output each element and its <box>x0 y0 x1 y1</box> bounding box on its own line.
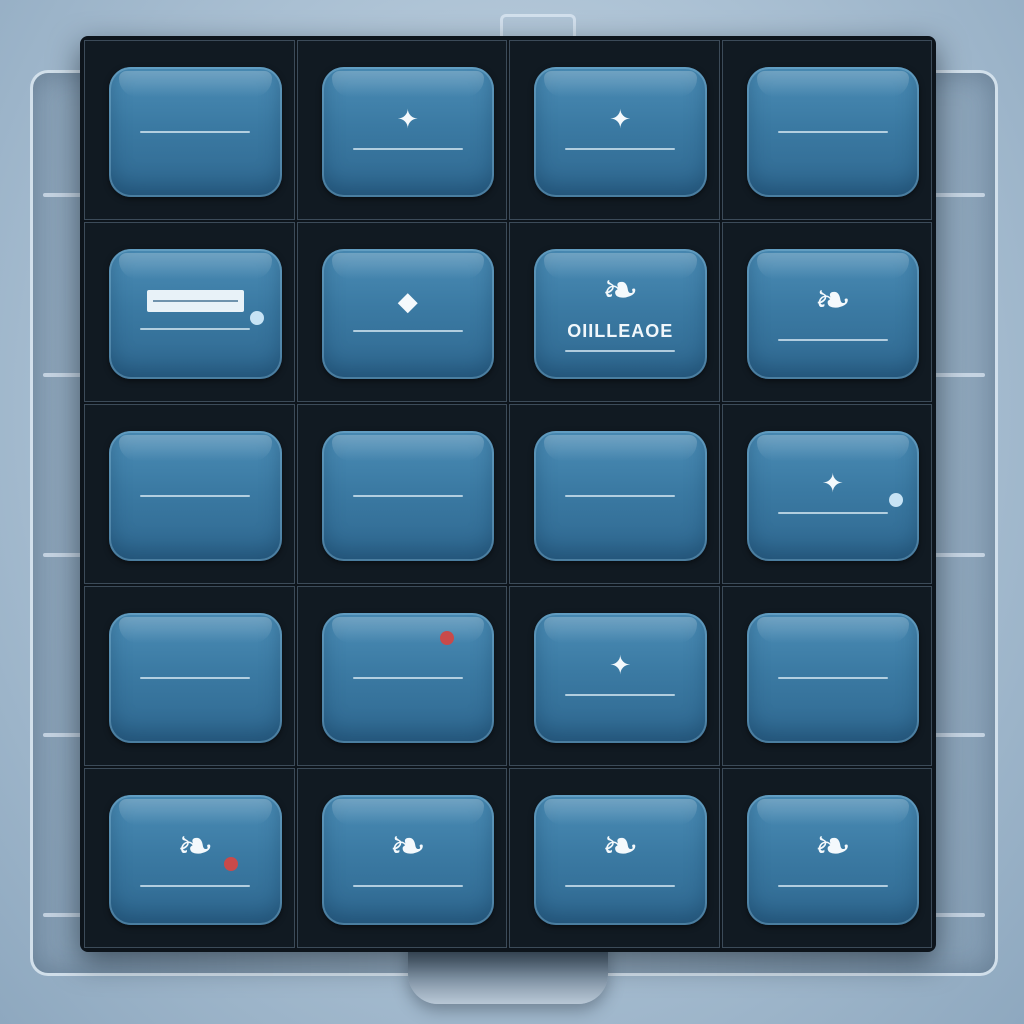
leaf-icon: ❧ <box>814 822 852 871</box>
input-field[interactable] <box>146 290 244 312</box>
screen-cell-2[interactable]: ✦ <box>296 40 507 220</box>
screen-cell-4[interactable] <box>721 40 932 220</box>
monitor-screen[interactable]: ❧ OIILLEAOE <box>534 249 707 379</box>
screen-divider <box>565 885 676 887</box>
screen-cell-1[interactable] <box>84 40 295 220</box>
leaf-icon: ❧ <box>176 822 214 871</box>
screen-divider <box>352 148 463 150</box>
input-field-line <box>152 300 238 302</box>
monitor-screen[interactable]: ❧ <box>321 795 494 925</box>
screen-cell-18[interactable]: ❧ <box>296 768 507 948</box>
screen-cell-16[interactable] <box>721 586 932 766</box>
status-indicator <box>223 857 238 871</box>
screen-cell-17[interactable]: ❧ <box>84 768 295 948</box>
screen-cell-6[interactable]: ◆ <box>296 222 507 402</box>
screen-cell-15[interactable]: ✦ <box>509 586 720 766</box>
screen-divider <box>140 677 251 679</box>
screen-cell-8[interactable]: ❧ <box>721 222 932 402</box>
screen-divider <box>140 885 251 887</box>
monitor-screen[interactable]: ✦ <box>534 613 707 743</box>
screen-divider <box>352 677 463 679</box>
screen-divider <box>777 512 888 514</box>
monitor-screen[interactable] <box>321 431 494 561</box>
screen-divider <box>352 330 463 332</box>
monitor-screen[interactable]: ✦ <box>534 67 707 197</box>
star-icon: ✦ <box>609 104 632 134</box>
monitor-screen[interactable] <box>109 67 282 197</box>
screen-divider <box>140 495 251 497</box>
monitor-screen[interactable] <box>746 67 919 197</box>
screen-divider <box>565 495 676 497</box>
screen-divider <box>565 148 676 150</box>
status-indicator <box>440 631 454 645</box>
screen-divider <box>777 131 888 133</box>
monitor-screen[interactable]: ❧ <box>746 795 919 925</box>
leaf-icon: ❧ <box>389 822 427 871</box>
leaf-icon: ❧ <box>814 276 852 325</box>
screen-divider <box>140 131 251 133</box>
screen-cell-13[interactable] <box>84 586 295 766</box>
drop-icon: ◆ <box>397 286 418 316</box>
screen-cell-7[interactable]: ❧ OIILLEAOE <box>509 222 720 402</box>
monitor-screen[interactable] <box>746 613 919 743</box>
screen-cell-5[interactable] <box>84 222 295 402</box>
screen-divider <box>352 885 463 887</box>
monitor-screen[interactable]: ❧ <box>746 249 919 379</box>
monitor-screen[interactable]: ❧ <box>109 795 282 925</box>
screen-wall: ✦ ✦ ◆ ❧ OIILLEAOE ❧ ✦ ✦ ❧ ❧ ❧ ❧ <box>80 36 936 952</box>
monitor-screen[interactable] <box>321 613 494 743</box>
leaf-icon: ❧ <box>601 822 639 871</box>
screen-divider <box>777 677 888 679</box>
monitor-screen[interactable] <box>109 249 282 379</box>
screen-title: OIILLEAOE <box>567 320 674 341</box>
monitor-screen[interactable]: ❧ <box>534 795 707 925</box>
screen-cell-14[interactable] <box>296 586 507 766</box>
screen-divider <box>777 339 888 341</box>
screen-divider <box>352 495 463 497</box>
star-icon: ✦ <box>821 468 844 498</box>
leaf-icon: ❧ <box>601 265 639 315</box>
monitor-screen[interactable]: ✦ <box>746 431 919 561</box>
screen-cell-10[interactable] <box>296 404 507 584</box>
screen-cell-19[interactable]: ❧ <box>509 768 720 948</box>
status-indicator <box>249 311 264 325</box>
screen-cell-20[interactable]: ❧ <box>721 768 932 948</box>
screen-divider <box>140 328 251 330</box>
star-icon: ✦ <box>609 650 632 680</box>
monitor-screen[interactable] <box>534 431 707 561</box>
monitor-screen[interactable]: ✦ <box>321 67 494 197</box>
star-icon: ✦ <box>396 104 419 134</box>
screen-cell-3[interactable]: ✦ <box>509 40 720 220</box>
monitor-screen[interactable] <box>109 431 282 561</box>
screen-cell-11[interactable] <box>509 404 720 584</box>
status-indicator <box>889 493 903 507</box>
screen-cell-12[interactable]: ✦ <box>721 404 932 584</box>
monitor-screen[interactable] <box>109 613 282 743</box>
screen-cell-9[interactable] <box>84 404 295 584</box>
screen-divider <box>565 694 676 696</box>
monitor-screen[interactable]: ◆ <box>321 249 494 379</box>
screen-divider <box>777 885 888 887</box>
screen-divider <box>565 349 676 352</box>
